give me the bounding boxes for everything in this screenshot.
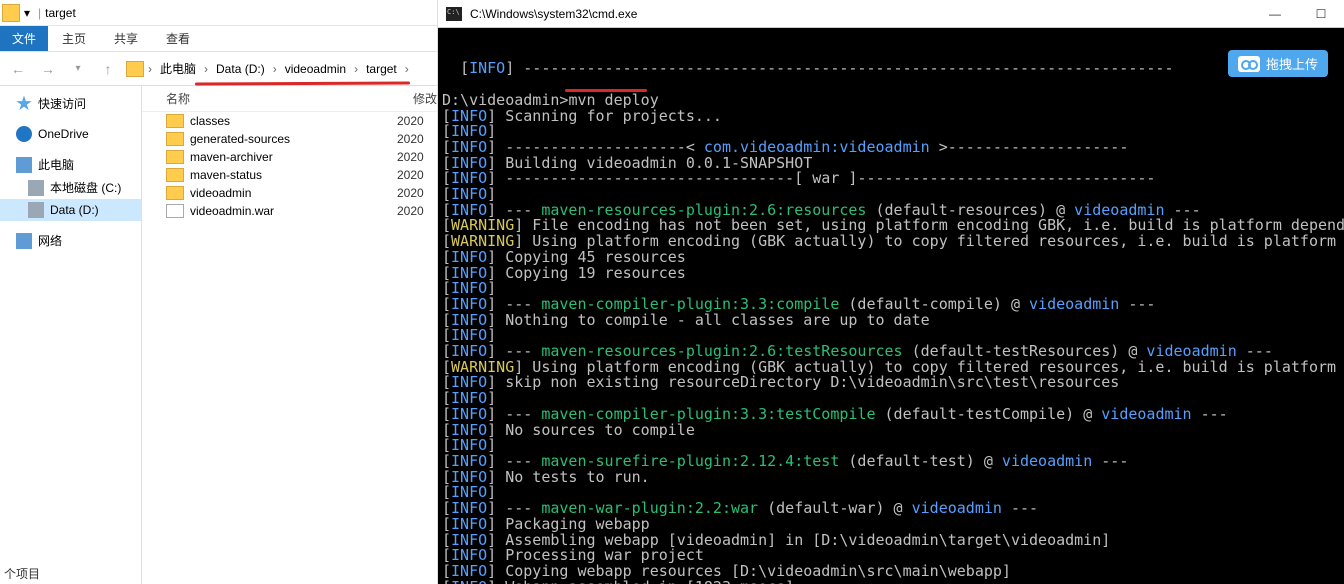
nav-up-button[interactable]: ↑ [96, 61, 120, 77]
file-name: maven-status [190, 168, 391, 182]
pc-icon [16, 157, 32, 173]
maximize-button[interactable]: ☐ [1298, 0, 1344, 28]
column-headers[interactable]: 名称 修改 [142, 86, 437, 112]
breadcrumb-seg[interactable]: 此电脑 [156, 58, 200, 79]
folder-icon [166, 186, 184, 200]
folder-icon [126, 61, 144, 77]
file-name: videoadmin.war [190, 204, 391, 218]
cmd-icon [446, 7, 462, 21]
folder-icon [166, 132, 184, 146]
file-icon [166, 204, 184, 218]
cmd-window: C:\Windows\system32\cmd.exe — ☐ [INFO] -… [438, 0, 1344, 584]
ribbon-tab-home[interactable]: 主页 [48, 26, 100, 51]
qat-separator: | [38, 6, 41, 20]
disk-icon [28, 202, 44, 218]
file-row[interactable]: generated-sources 2020 [142, 130, 437, 148]
file-name: classes [190, 114, 391, 128]
nav-label: 网络 [38, 232, 62, 249]
col-name[interactable]: 名称 [166, 90, 413, 107]
file-list: 名称 修改 classes2020generated-sources2020ma… [142, 86, 437, 584]
star-icon [16, 96, 32, 112]
cmd-output[interactable]: [INFO] ---------------------------------… [438, 28, 1344, 584]
nav-label: 快速访问 [38, 95, 86, 112]
upload-label: 拖拽上传 [1266, 54, 1318, 73]
chevron-right-icon[interactable]: › [146, 62, 154, 76]
cloud-icon [16, 126, 32, 142]
nav-history-button[interactable]: ▾ [66, 63, 90, 74]
cmd-titlebar[interactable]: C:\Windows\system32\cmd.exe — ☐ [438, 0, 1344, 28]
nav-this-pc[interactable]: 此电脑 [0, 153, 141, 176]
file-row[interactable]: maven-status 2020 [142, 166, 437, 184]
nav-local-disk-c[interactable]: 本地磁盘 (C:) [0, 176, 141, 199]
ribbon-tab-view[interactable]: 查看 [152, 26, 204, 51]
annotation-underline [565, 89, 647, 92]
folder-icon [166, 168, 184, 182]
window-title: target [45, 6, 76, 20]
chevron-down-icon[interactable]: ▾ [24, 6, 34, 20]
file-explorer-window: ▾ | target 文件 主页 共享 查看 ← → ▾ ↑ › 此电脑 › D… [0, 0, 438, 584]
file-date: 2020 [397, 114, 437, 128]
folder-icon [166, 150, 184, 164]
breadcrumb-seg[interactable]: target [362, 60, 401, 78]
nav-label: 本地磁盘 (C:) [50, 179, 121, 196]
infinity-icon [1238, 56, 1260, 72]
file-name: videoadmin [190, 186, 391, 200]
nav-quick-access[interactable]: 快速访问 [0, 92, 141, 115]
file-date: 2020 [397, 186, 437, 200]
ribbon-tab-file[interactable]: 文件 [0, 26, 48, 51]
network-icon [16, 233, 32, 249]
file-row[interactable]: maven-archiver 2020 [142, 148, 437, 166]
file-row[interactable]: videoadmin.war 2020 [142, 202, 437, 220]
chevron-right-icon[interactable]: › [271, 62, 279, 76]
cmd-title-text: C:\Windows\system32\cmd.exe [470, 7, 637, 21]
nav-label: OneDrive [38, 127, 89, 141]
col-date[interactable]: 修改 [413, 90, 437, 107]
file-name: generated-sources [190, 132, 391, 146]
breadcrumb-seg[interactable]: Data (D:) [212, 60, 269, 78]
chevron-right-icon[interactable]: › [202, 62, 210, 76]
file-date: 2020 [397, 204, 437, 218]
nav-label: 此电脑 [38, 156, 74, 173]
file-row[interactable]: videoadmin 2020 [142, 184, 437, 202]
ribbon-tabs: 文件 主页 共享 查看 [0, 26, 437, 52]
chevron-right-icon[interactable]: › [352, 62, 360, 76]
file-date: 2020 [397, 168, 437, 182]
file-date: 2020 [397, 132, 437, 146]
nav-network[interactable]: 网络 [0, 229, 141, 252]
upload-widget[interactable]: 拖拽上传 [1228, 50, 1328, 77]
minimize-button[interactable]: — [1252, 0, 1298, 28]
nav-forward-button[interactable]: → [36, 61, 60, 77]
navigation-pane: 快速访问 OneDrive 此电脑 本地磁盘 (C:) Data (D:) 网络… [0, 86, 142, 584]
nav-data-d[interactable]: Data (D:) [0, 199, 141, 221]
file-row[interactable]: classes 2020 [142, 112, 437, 130]
file-name: maven-archiver [190, 150, 391, 164]
folder-icon [166, 114, 184, 128]
nav-label: Data (D:) [50, 203, 99, 217]
file-date: 2020 [397, 150, 437, 164]
folder-icon [2, 4, 20, 22]
statusbar-label: 个项目 [0, 565, 40, 582]
nav-onedrive[interactable]: OneDrive [0, 123, 141, 145]
nav-back-button[interactable]: ← [6, 61, 30, 77]
breadcrumb-seg[interactable]: videoadmin [281, 60, 350, 78]
explorer-titlebar[interactable]: ▾ | target [0, 0, 437, 26]
ribbon-tab-share[interactable]: 共享 [100, 26, 152, 51]
disk-icon [28, 180, 44, 196]
breadcrumb[interactable]: › 此电脑 › Data (D:) › videoadmin › target … [126, 58, 431, 79]
chevron-right-icon[interactable]: › [403, 62, 411, 76]
